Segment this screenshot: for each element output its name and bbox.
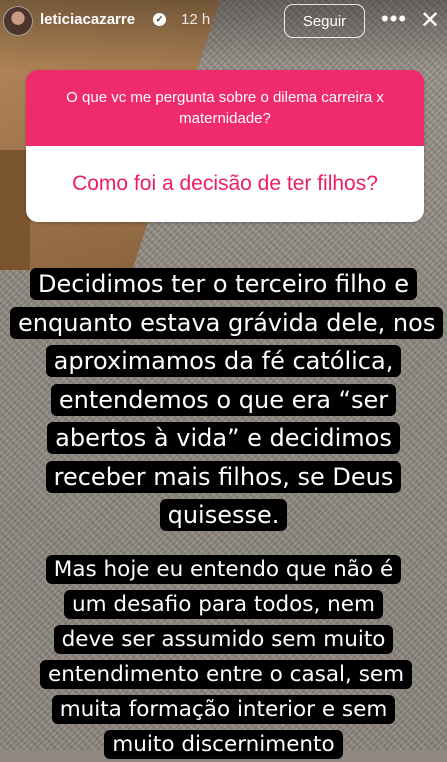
verified-icon: ✓ xyxy=(153,13,166,26)
question-sticker[interactable]: O que vc me pergunta sobre o dilema carr… xyxy=(26,70,424,222)
close-icon[interactable]: ✕ xyxy=(420,6,440,35)
post-time: 12 h xyxy=(181,11,211,28)
username[interactable]: leticiacazarre xyxy=(40,11,135,28)
more-options-icon[interactable]: ••• xyxy=(381,6,407,32)
caption-block-2: Mas hoje eu entendo que não é um desafio… xyxy=(0,552,447,762)
story-header: leticiacazarre ✓ 12 h Seguir ••• ✕ xyxy=(0,0,447,44)
caption-text-2: Mas hoje eu entendo que não é um desafio… xyxy=(40,555,413,759)
question-prompt: O que vc me pergunta sobre o dilema carr… xyxy=(26,70,424,146)
caption-text-1: Decidimos ter o terceiro filho e enquant… xyxy=(10,268,444,531)
follow-button[interactable]: Seguir xyxy=(284,4,365,38)
question-answer: Como foi a decisão de ter filhos? xyxy=(26,146,424,222)
caption-block-1: Decidimos ter o terceiro filho e enquant… xyxy=(0,265,447,535)
avatar[interactable] xyxy=(3,6,33,36)
